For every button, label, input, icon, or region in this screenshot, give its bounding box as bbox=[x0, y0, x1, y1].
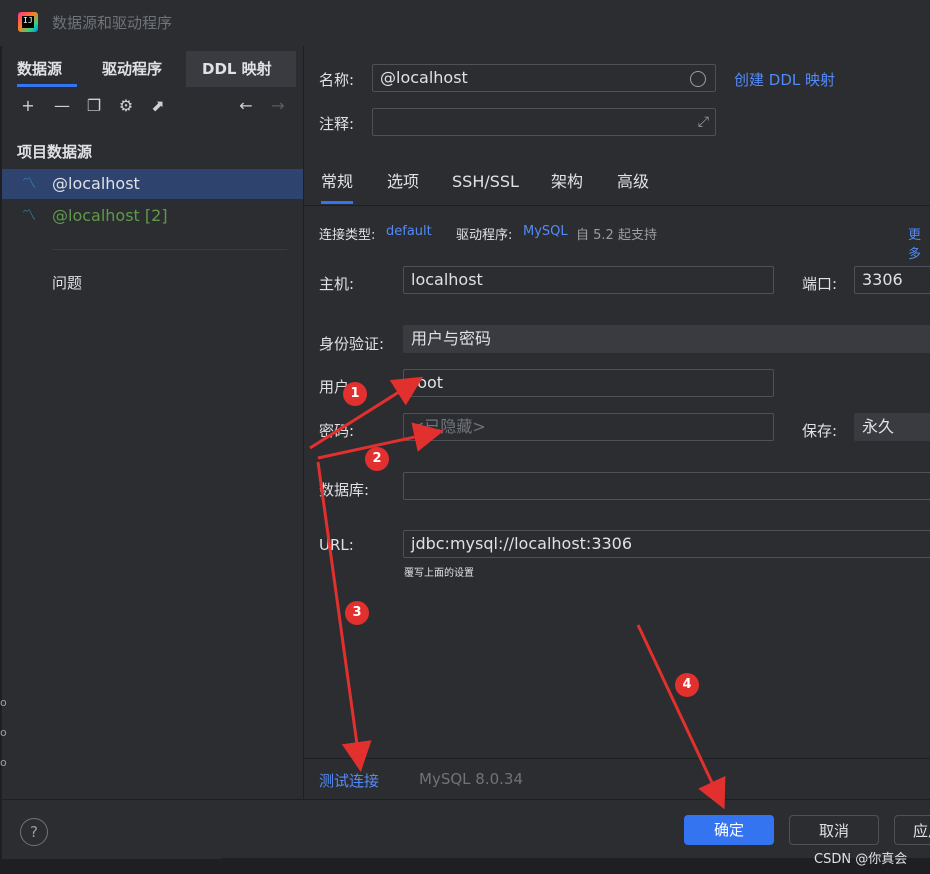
save-label: 保存: bbox=[802, 422, 838, 440]
problems-item[interactable]: 问题 bbox=[52, 272, 82, 293]
password-field[interactable]: <已隐藏> bbox=[403, 413, 774, 441]
tab-options[interactable]: 选项 bbox=[387, 160, 419, 204]
driver-label: 驱动程序: bbox=[456, 228, 513, 243]
tab-schemas[interactable]: 架构 bbox=[551, 160, 583, 204]
test-connection-link[interactable]: 测试连接 bbox=[319, 770, 379, 791]
edge-glyph: o bbox=[0, 696, 7, 709]
tab-drivers[interactable]: 驱动程序 bbox=[102, 51, 162, 87]
save-value: 永久 bbox=[862, 417, 895, 436]
server-version: MySQL 8.0.34 bbox=[419, 770, 523, 788]
url-label: URL: bbox=[319, 536, 354, 554]
more-link[interactable]: 更多 bbox=[908, 224, 930, 262]
left-tabs: 数据源 驱动程序 DDL 映射 bbox=[2, 51, 303, 87]
connection-type-link[interactable]: default bbox=[386, 224, 432, 239]
url-value: jdbc:mysql://localhost:3306 bbox=[411, 534, 633, 553]
save-select[interactable]: 永久 bbox=[854, 413, 930, 441]
auth-label: 身份验证: bbox=[319, 335, 385, 353]
intellij-app-icon: IJ bbox=[18, 12, 38, 32]
mysql-icon: 〽 bbox=[22, 176, 36, 192]
apply-button[interactable]: 应用 bbox=[894, 815, 930, 845]
back-arrow-icon[interactable]: ← bbox=[236, 96, 256, 116]
host-field[interactable]: localhost bbox=[403, 266, 774, 294]
user-field[interactable]: root bbox=[403, 369, 774, 397]
ok-button[interactable]: 确定 bbox=[684, 815, 774, 845]
name-value: @localhost bbox=[380, 68, 468, 87]
duplicate-icon[interactable]: ❐ bbox=[84, 96, 104, 116]
port-label: 端口: bbox=[802, 275, 838, 293]
annotation-badge: 1 bbox=[343, 382, 367, 406]
divider bbox=[52, 249, 287, 250]
url-field[interactable]: jdbc:mysql://localhost:3306 bbox=[403, 530, 930, 558]
driver-support-note: 自 5.2 起支持 bbox=[576, 228, 657, 243]
tab-ddl-mappings[interactable]: DDL 映射 bbox=[186, 51, 296, 87]
divider bbox=[304, 758, 930, 759]
annotation-badge: 2 bbox=[365, 447, 389, 471]
color-circle-icon[interactable] bbox=[690, 71, 706, 87]
left-panel: 数据源 驱动程序 DDL 映射 + — ❐ ⚙ ⬈ ← → 项目数据源 〽 @l… bbox=[2, 46, 304, 799]
url-hint: 覆写上面的设置 bbox=[404, 568, 474, 579]
datasources-dialog: 数据源 驱动程序 DDL 映射 + — ❐ ⚙ ⬈ ← → 项目数据源 〽 @l… bbox=[2, 46, 930, 859]
title-bar: IJ 数据源和驱动程序 bbox=[0, 0, 930, 46]
tab-divider bbox=[304, 205, 930, 206]
datasource-label: @localhost [2] bbox=[52, 206, 168, 225]
project-datasources-heading: 项目数据源 bbox=[17, 143, 93, 161]
datasource-label: @localhost bbox=[52, 174, 140, 193]
password-placeholder: <已隐藏> bbox=[411, 417, 486, 436]
host-value: localhost bbox=[411, 270, 483, 289]
comment-label: 注释: bbox=[319, 115, 355, 133]
create-ddl-mapping-link[interactable]: 创建 DDL 映射 bbox=[734, 69, 835, 90]
host-label: 主机: bbox=[319, 275, 355, 293]
tab-general[interactable]: 常规 bbox=[321, 160, 354, 204]
right-panel: 名称: @localhost 创建 DDL 映射 注释: ⤢ 常规 选项 SSH… bbox=[304, 46, 930, 799]
datasource-item[interactable]: 〽 @localhost bbox=[2, 169, 303, 199]
name-label: 名称: bbox=[319, 71, 355, 89]
database-field[interactable] bbox=[403, 472, 930, 500]
watermark: CSDN @你真会 bbox=[814, 852, 908, 867]
remove-icon[interactable]: — bbox=[52, 96, 72, 116]
add-icon[interactable]: + bbox=[18, 96, 38, 116]
cancel-button[interactable]: 取消 bbox=[789, 815, 879, 845]
edge-glyph: o bbox=[0, 756, 7, 769]
annotation-badge: 3 bbox=[345, 601, 369, 625]
auth-select[interactable]: 用户与密码 bbox=[403, 325, 930, 353]
tab-advanced[interactable]: 高级 bbox=[617, 160, 649, 204]
password-label: 密码: bbox=[319, 422, 355, 440]
window-title: 数据源和驱动程序 bbox=[52, 14, 173, 32]
user-value: root bbox=[411, 373, 444, 392]
dialog-footer: ? 确定 取消 应用 bbox=[2, 799, 930, 859]
name-field[interactable]: @localhost bbox=[372, 64, 716, 92]
datasource-item[interactable]: 〽 @localhost [2] bbox=[2, 201, 303, 231]
forward-arrow-icon[interactable]: → bbox=[268, 96, 288, 116]
left-toolbar: + — ❐ ⚙ ⬈ ← → bbox=[2, 96, 303, 120]
connection-type-label: 连接类型: bbox=[319, 228, 376, 243]
port-field[interactable]: 3306 bbox=[854, 266, 930, 294]
port-value: 3306 bbox=[862, 270, 903, 289]
edge-glyph: o bbox=[0, 726, 7, 739]
mysql-icon: 〽 bbox=[22, 208, 36, 224]
comment-field[interactable]: ⤢ bbox=[372, 108, 716, 136]
help-icon[interactable]: ? bbox=[20, 818, 48, 846]
tab-ssh-ssl[interactable]: SSH/SSL bbox=[452, 160, 519, 204]
annotation-badge: 4 bbox=[675, 673, 699, 697]
driver-link[interactable]: MySQL bbox=[523, 224, 568, 239]
tab-datasources[interactable]: 数据源 bbox=[17, 51, 77, 87]
expand-icon[interactable]: ⤢ bbox=[698, 109, 709, 135]
open-external-icon[interactable]: ⬈ bbox=[148, 96, 168, 116]
database-label: 数据库: bbox=[319, 481, 370, 499]
auth-value: 用户与密码 bbox=[411, 329, 492, 348]
settings-gear-icon[interactable]: ⚙ bbox=[116, 96, 136, 116]
